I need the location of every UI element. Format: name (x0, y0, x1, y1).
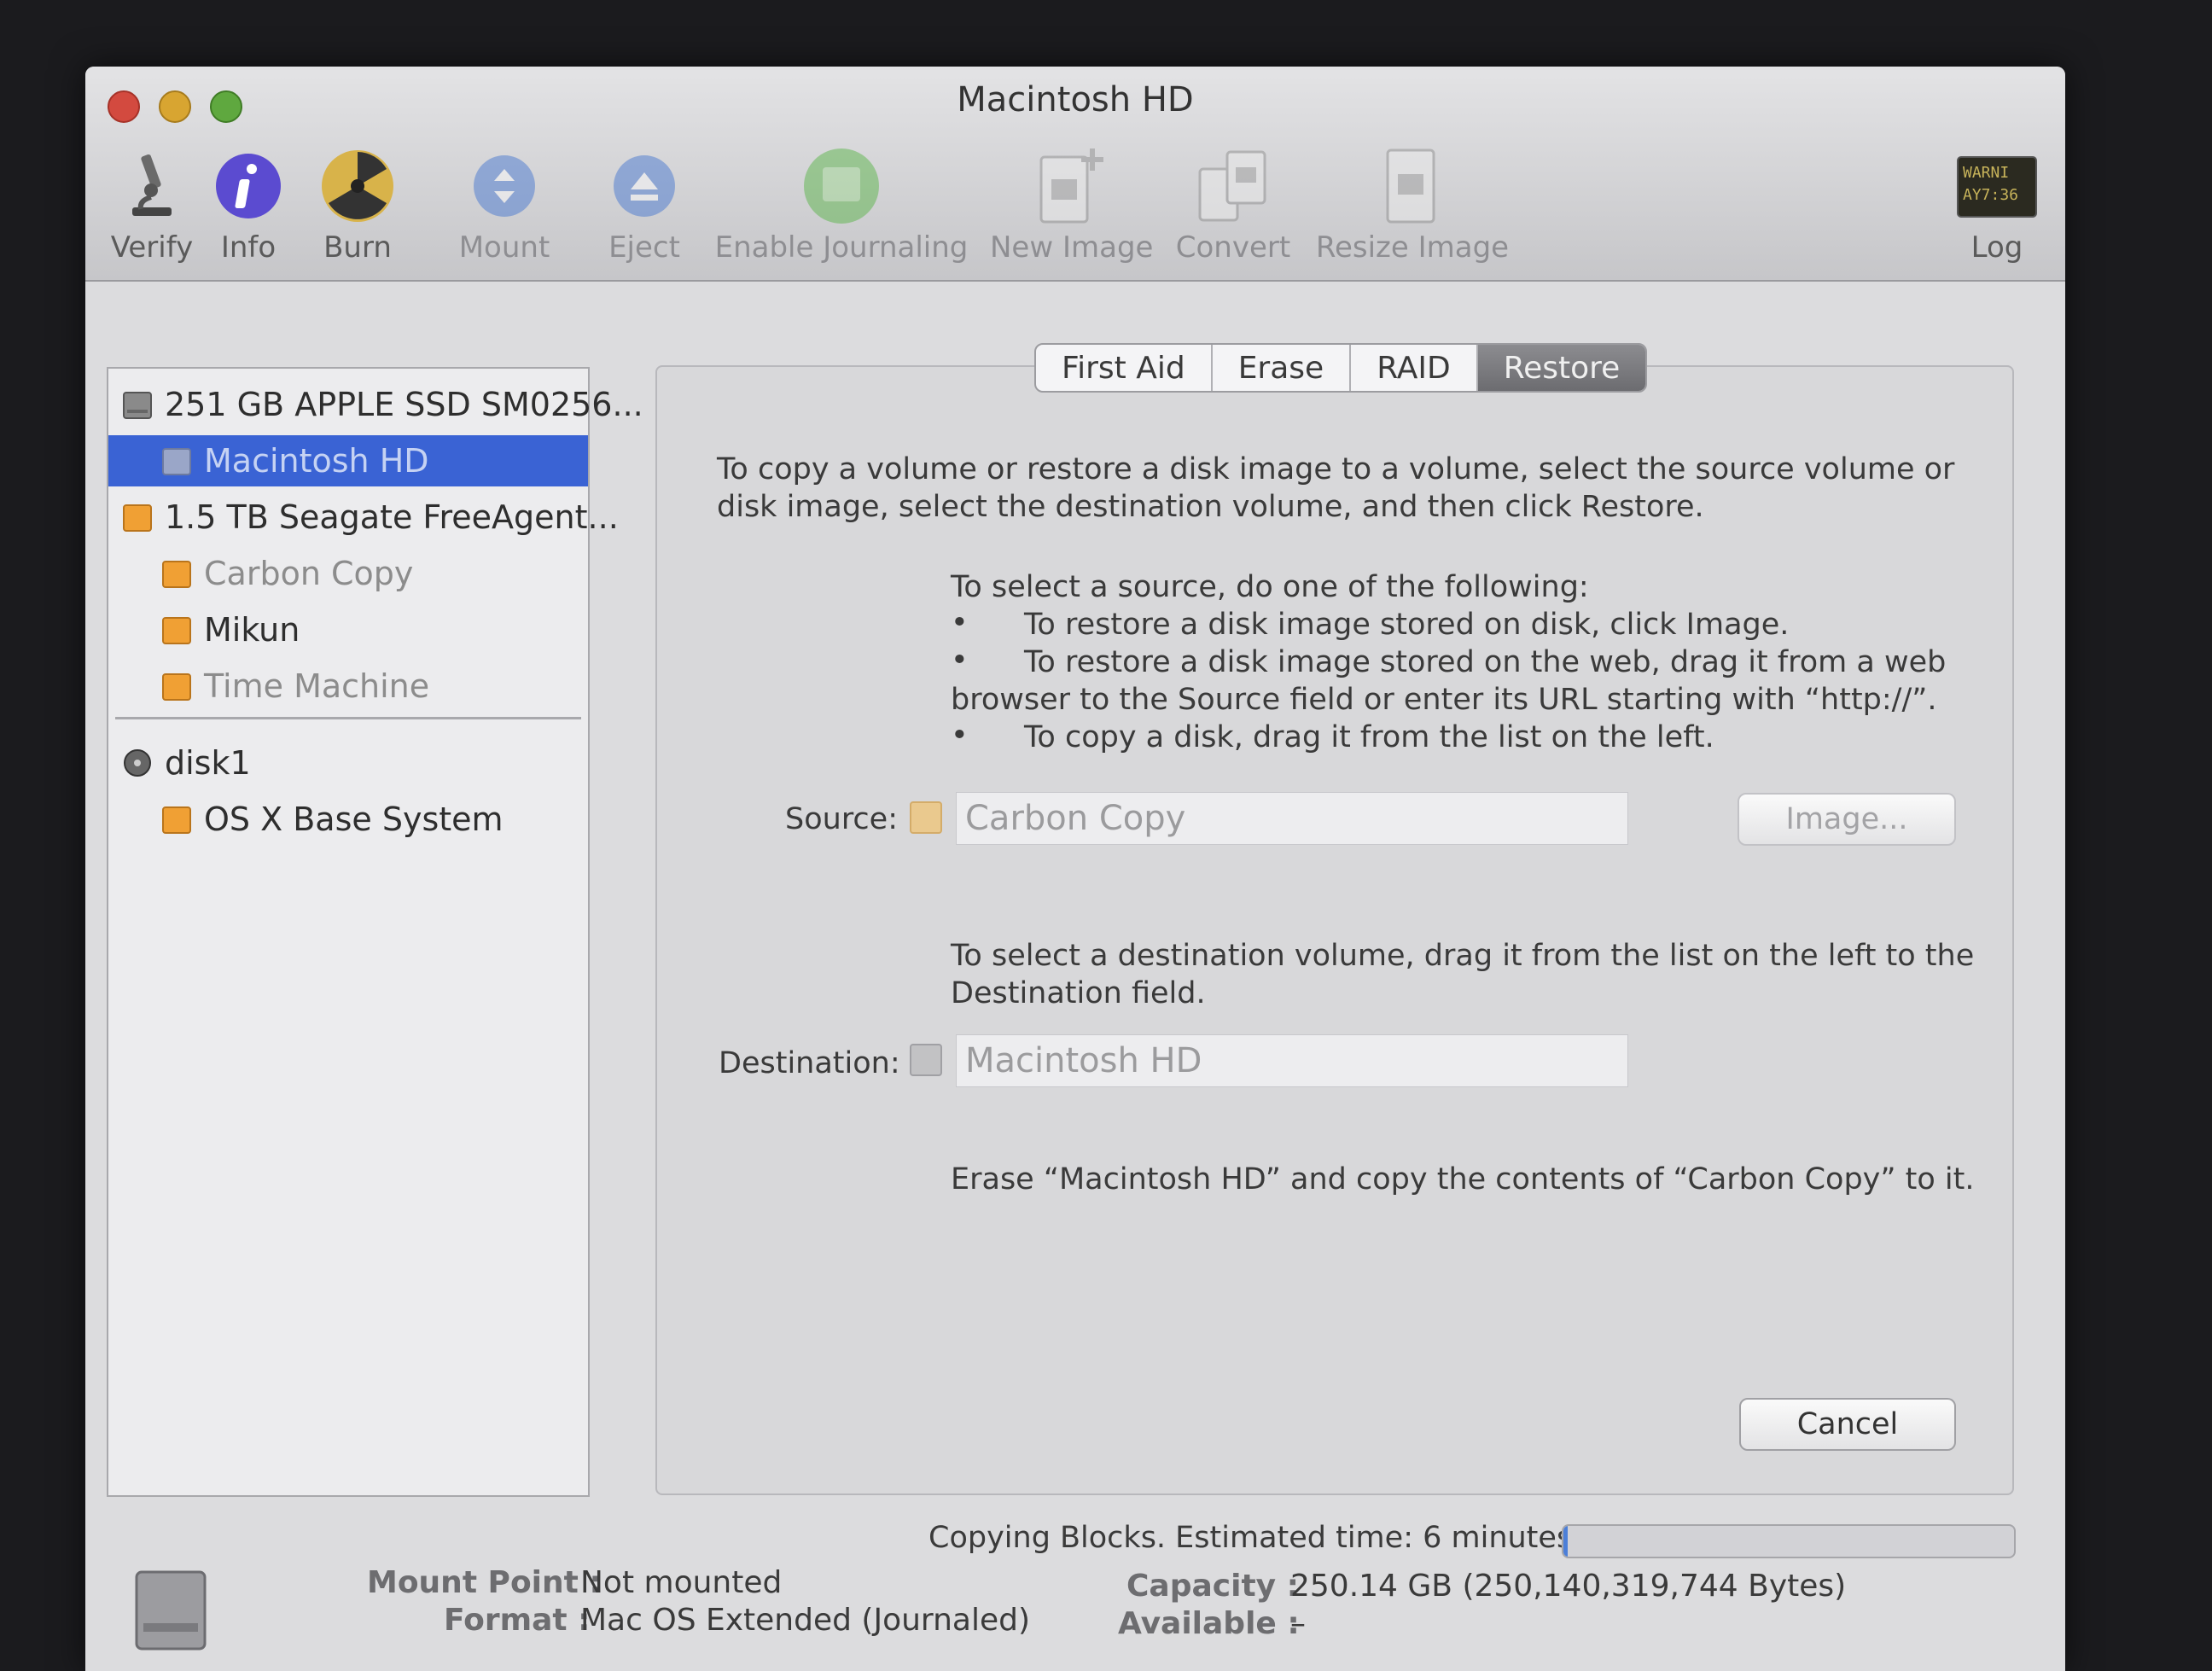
mount-button[interactable]: Mount (449, 145, 560, 265)
burn-button[interactable]: Burn (311, 145, 405, 265)
volume-icon (162, 448, 191, 475)
mount-point-value: Not mounted (580, 1565, 783, 1600)
tab-raid[interactable]: RAID (1351, 345, 1478, 391)
mount-point-label: Mount Point : (367, 1565, 602, 1600)
capacity-label: Capacity : (1126, 1569, 1300, 1604)
eject-button[interactable]: Eject (597, 145, 691, 265)
info-button[interactable]: Info (210, 145, 287, 265)
eject-icon (597, 145, 691, 227)
tab-bar: First Aid Erase RAID Restore (1034, 343, 1648, 393)
sidebar-item-label: OS X Base System (204, 801, 504, 838)
available-value: – (1290, 1606, 1306, 1641)
bullet-icon: • (951, 719, 969, 753)
verify-label: Verify (110, 230, 194, 265)
disk-utility-window: Macintosh HD Verify Info Burn Mount Ejec… (85, 67, 2065, 1671)
sidebar-item-label: Macintosh HD (204, 442, 429, 480)
source-bullet-1: To restore a disk image stored on disk, … (1024, 608, 1790, 642)
format-label: Format : (444, 1603, 591, 1638)
resize-image-icon (1314, 145, 1511, 227)
mount-label: Mount (458, 230, 550, 265)
info-icon (210, 145, 287, 227)
sidebar-item-label: disk1 (165, 744, 251, 782)
tab-restore[interactable]: Restore (1477, 345, 1646, 391)
enable-journaling-label: Enable Journaling (714, 230, 969, 265)
toolbar: Macintosh HD Verify Info Burn Mount Ejec… (85, 67, 2065, 282)
source-heading: To select a source, do one of the follow… (951, 570, 1589, 604)
external-volume-icon (162, 561, 191, 588)
log-label: Log (1970, 230, 2023, 265)
new-image-label: New Image (990, 230, 1154, 265)
progress-fill (1563, 1526, 1569, 1557)
source-bullet-3: To copy a disk, drag it from the list on… (1024, 720, 1714, 754)
external-volume-icon (162, 806, 191, 834)
svg-text:WARNI: WARNI (1963, 164, 2009, 182)
external-volume-icon (162, 617, 191, 644)
source-label: Source: (785, 802, 899, 836)
eject-label: Eject (608, 230, 680, 265)
sidebar-item-label: 251 GB APPLE SSD SM0256... (165, 386, 643, 423)
source-field[interactable]: Carbon Copy (956, 792, 1628, 845)
sidebar-item-macintosh-hd[interactable]: Macintosh HD (108, 435, 588, 486)
disk-list[interactable]: 251 GB APPLE SSD SM0256... Macintosh HD … (107, 367, 643, 1497)
sidebar-item-seagate[interactable]: 1.5 TB Seagate FreeAgent... (108, 492, 619, 543)
progress-bar (1562, 1524, 2016, 1558)
convert-label: Convert (1175, 230, 1291, 265)
sidebar-item-time-machine[interactable]: Time Machine (108, 661, 641, 712)
destination-heading: To select a destination volume, drag it … (951, 939, 1975, 1010)
external-volume-icon (162, 673, 191, 701)
destination-field[interactable]: Macintosh HD (956, 1034, 1628, 1087)
source-bullet-2a: To restore a disk image stored on the we… (1024, 645, 1947, 679)
resize-image-button[interactable]: Resize Image (1314, 145, 1511, 265)
convert-icon (1169, 145, 1297, 227)
sidebar-item-label: Mikun (204, 611, 300, 649)
new-image-icon (990, 145, 1152, 227)
resize-image-label: Resize Image (1315, 230, 1510, 265)
convert-button[interactable]: Convert (1169, 145, 1297, 265)
svg-text:AY7:36: AY7:36 (1963, 186, 2018, 204)
burn-label: Burn (323, 230, 392, 265)
new-image-button[interactable]: New Image (990, 145, 1154, 265)
window-title: Macintosh HD (957, 80, 1194, 119)
capacity-value: 250.14 GB (250,140,319,744 Bytes) (1290, 1569, 1847, 1604)
burn-icon (311, 145, 405, 227)
source-volume-icon (910, 801, 942, 834)
sidebar-divider (115, 717, 581, 719)
microscope-icon (102, 145, 201, 227)
image-button[interactable]: Image... (1738, 793, 1956, 846)
available-label: Available : (1118, 1606, 1300, 1641)
sidebar-item-label: 1.5 TB Seagate FreeAgent... (165, 498, 619, 536)
enable-journaling-button[interactable]: Enable Journaling (713, 145, 969, 265)
info-label: Info (220, 230, 276, 265)
tab-first-aid[interactable]: First Aid (1036, 345, 1213, 391)
hard-drive-icon (135, 1570, 207, 1651)
log-button[interactable]: WARNI AY7:36 Log (1946, 145, 2048, 265)
destination-volume-icon (910, 1044, 942, 1076)
restore-summary-text: Erase “Macintosh HD” and copy the conten… (951, 1162, 1975, 1196)
status-text: Copying Blocks. Estimated time: 6 minute… (928, 1521, 1573, 1555)
format-value: Mac OS Extended (Journaled) (580, 1603, 1031, 1638)
destination-label: Destination: (719, 1046, 900, 1080)
mount-icon (449, 145, 560, 227)
bullet-icon: • (951, 643, 969, 678)
sidebar-item-label: Carbon Copy (204, 555, 414, 592)
sidebar-item-apple-ssd[interactable]: 251 GB APPLE SSD SM0256... (108, 379, 643, 430)
restore-panel (655, 365, 2014, 1495)
sidebar-item-carbon-copy[interactable]: Carbon Copy (108, 548, 641, 599)
cancel-button[interactable]: Cancel (1739, 1398, 1956, 1451)
source-bullet-2b: browser to the Source field or enter its… (951, 683, 1937, 717)
sidebar-item-mikun[interactable]: Mikun (108, 604, 641, 655)
sidebar-item-disk1[interactable]: disk1 (108, 737, 602, 789)
restore-intro-text: To copy a volume or restore a disk image… (717, 452, 1955, 524)
internal-drive-icon (123, 392, 152, 419)
sidebar-item-os-x-base-system[interactable]: OS X Base System (108, 794, 641, 845)
disk-image-icon (124, 749, 151, 777)
external-drive-icon (123, 504, 152, 532)
sidebar-item-label: Time Machine (204, 667, 430, 705)
tab-erase[interactable]: Erase (1213, 345, 1352, 391)
bullet-icon: • (951, 606, 969, 640)
verify-button[interactable]: Verify (102, 145, 201, 265)
journaling-icon (713, 145, 969, 227)
log-icon: WARNI AY7:36 (1946, 145, 2048, 227)
